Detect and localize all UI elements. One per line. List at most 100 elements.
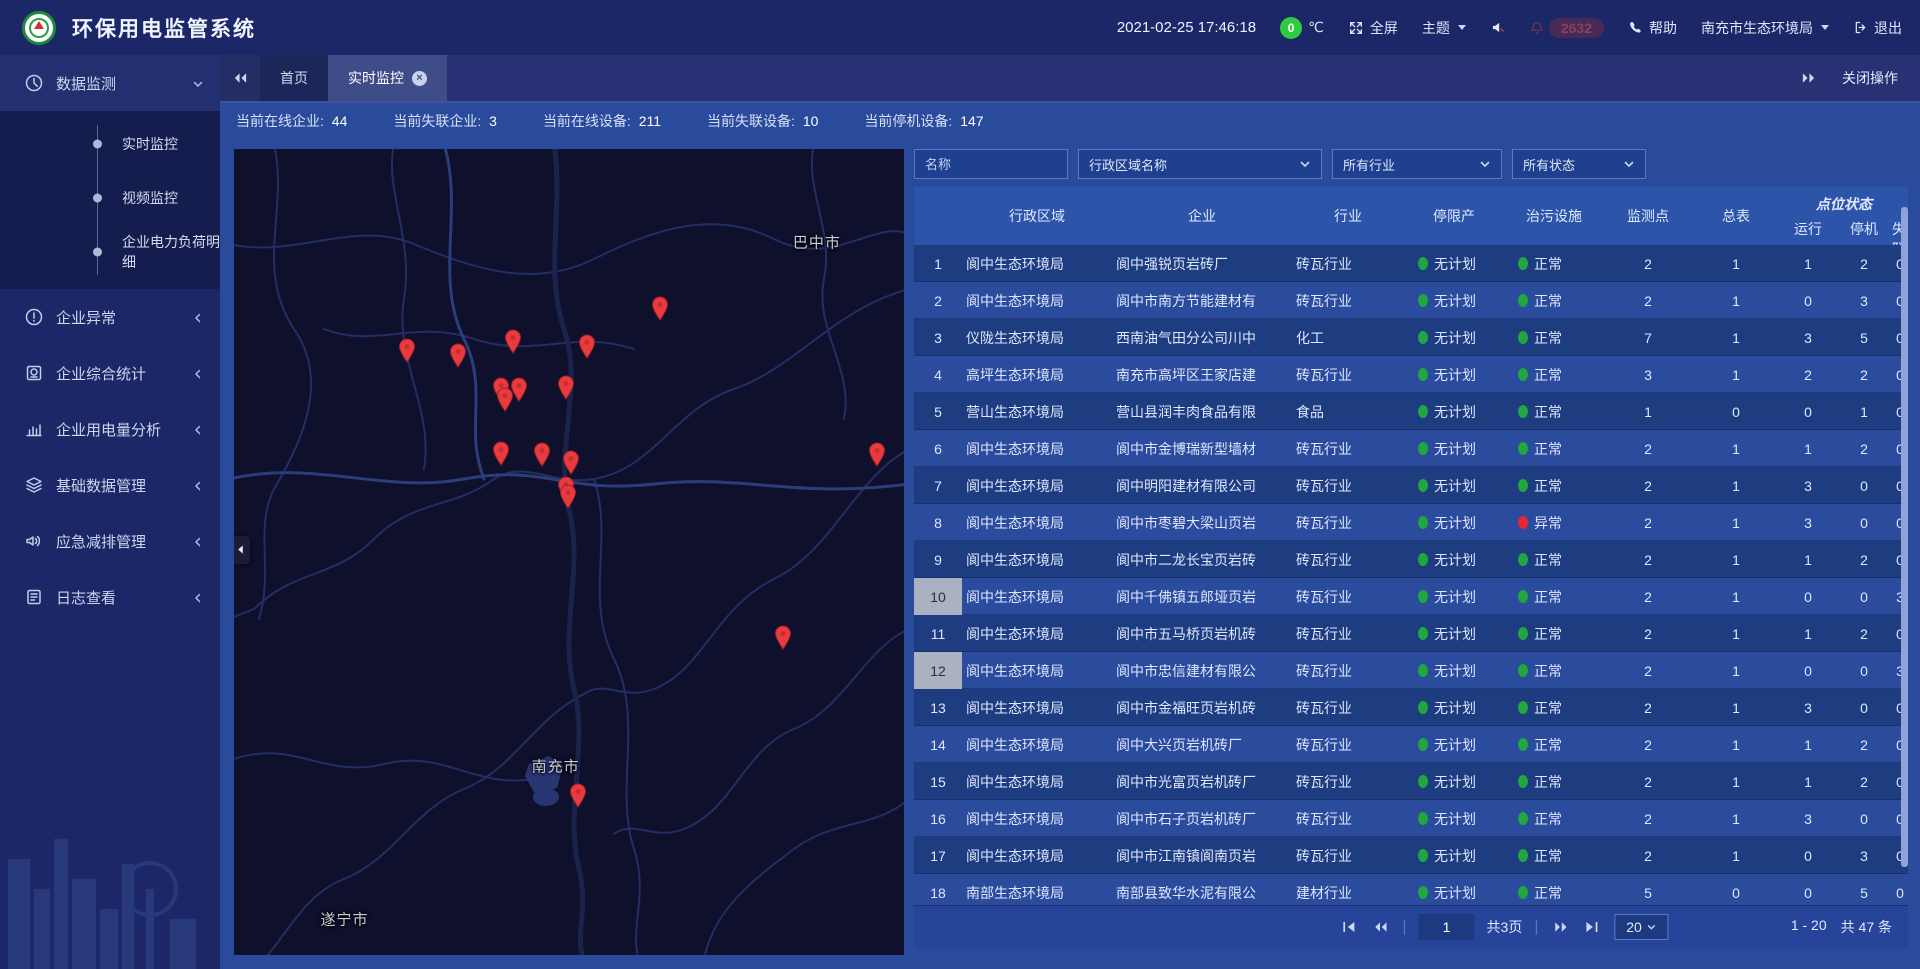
table-row[interactable]: 13阆中生态环境局阆中市金福旺页岩机砖砖瓦行业无计划正常21300 [914, 689, 1908, 726]
map-pin-marker[interactable] [558, 483, 578, 509]
tabs-scroll-right-button[interactable] [1801, 72, 1816, 84]
tabs-scroll-left-button[interactable] [220, 55, 260, 101]
map-pin-marker[interactable] [556, 374, 576, 400]
map-pin-marker[interactable] [773, 624, 793, 650]
row-plan-cell: 无计划 [1404, 476, 1504, 496]
sidebar-group-1[interactable]: 数据监测 [0, 55, 220, 111]
logout-button[interactable]: 退出 [1853, 18, 1902, 38]
row-region-cell: 阆中生态环境局 [962, 513, 1112, 533]
plan-status-label: 无计划 [1434, 846, 1476, 866]
table-row[interactable]: 7阆中生态环境局阆中明阳建材有限公司砖瓦行业无计划正常21300 [914, 467, 1908, 504]
chevron-down-icon [1821, 25, 1829, 30]
row-region-cell: 阆中生态环境局 [962, 254, 1112, 274]
row-shutdown-cell: 0 [1836, 663, 1892, 679]
page-size-select[interactable]: 20 [1614, 914, 1668, 940]
plan-status-label: 无计划 [1434, 291, 1476, 311]
temperature-indicator: 0 ℃ [1280, 17, 1324, 39]
table-row[interactable]: 9阆中生态环境局阆中市二龙长宝页岩砖砖瓦行业无计划正常21120 [914, 541, 1908, 578]
next-page-button[interactable] [1550, 919, 1570, 935]
map-pin-marker[interactable] [503, 328, 523, 354]
table-row[interactable]: 16阆中生态环境局阆中市石子页岩机砖厂砖瓦行业无计划正常21300 [914, 800, 1908, 837]
row-points-cell: 2 [1604, 626, 1692, 642]
facility-status-label: 正常 [1534, 846, 1562, 866]
status-select[interactable]: 所有状态 [1512, 149, 1646, 179]
tab-home[interactable]: 首页 [260, 55, 328, 101]
status-count-value: 44 [332, 113, 348, 129]
mute-button[interactable] [1490, 20, 1505, 35]
help-button[interactable]: 帮助 [1628, 18, 1677, 38]
chevron-left-icon [235, 544, 246, 555]
row-company-cell: 阆中市南方节能建材有 [1112, 291, 1292, 311]
page-number-input[interactable] [1419, 914, 1475, 940]
sidebar-group-5[interactable]: 基础数据管理 [0, 457, 220, 513]
row-region-cell: 阆中生态环境局 [962, 698, 1112, 718]
sidebar-item-2[interactable]: 视频监控 [0, 171, 220, 225]
table-row[interactable]: 6阆中生态环境局阆中市金博瑞新型墙材砖瓦行业无计划正常21120 [914, 430, 1908, 467]
row-shutdown-cell: 5 [1836, 330, 1892, 346]
close-tab-icon[interactable]: × [412, 71, 427, 86]
first-page-button[interactable] [1338, 919, 1358, 935]
row-running-cell: 3 [1780, 811, 1836, 827]
table-row[interactable]: 15阆中生态环境局阆中市光富页岩机砖厂砖瓦行业无计划正常21120 [914, 763, 1908, 800]
table-row[interactable]: 11阆中生态环境局阆中市五马桥页岩机砖砖瓦行业无计划正常21120 [914, 615, 1908, 652]
help-label: 帮助 [1649, 18, 1677, 38]
table-scrollbar[interactable] [1901, 207, 1908, 867]
status-dot-icon [1518, 849, 1528, 862]
map-pin-marker[interactable] [448, 342, 468, 368]
tab-realtime-monitoring[interactable]: 实时监控 × [328, 55, 447, 101]
bell-icon [1529, 20, 1545, 36]
notifications-button[interactable]: 2632 [1529, 18, 1604, 38]
table-row[interactable]: 2阆中生态环境局阆中市南方节能建材有砖瓦行业无计划正常21030 [914, 282, 1908, 319]
status-count-item: 当前停机设备: 147 [864, 111, 983, 131]
map-pin-marker[interactable] [532, 441, 552, 467]
sidebar-group-2[interactable]: 企业异常 [0, 289, 220, 345]
industry-select[interactable]: 所有行业 [1332, 149, 1502, 179]
map-pin-marker[interactable] [491, 440, 511, 466]
sidebar-group-4[interactable]: 企业用电量分析 [0, 401, 220, 457]
plan-status-label: 无计划 [1434, 809, 1476, 829]
region-select[interactable]: 行政区域名称 [1078, 149, 1322, 179]
map-pin-marker[interactable] [397, 337, 417, 363]
row-points-cell: 2 [1604, 700, 1692, 716]
map-pin-marker[interactable] [561, 449, 581, 475]
total-pages-label: 共3页 [1487, 917, 1523, 937]
sidebar-group-3[interactable]: 企业综合统计 [0, 345, 220, 401]
row-running-cell: 0 [1780, 663, 1836, 679]
row-region-cell: 营山生态环境局 [962, 402, 1112, 422]
map-pin-marker[interactable] [495, 386, 515, 412]
org-dropdown[interactable]: 南充市生态环境局 [1701, 18, 1829, 38]
notification-count-badge: 2632 [1549, 18, 1604, 38]
last-page-button[interactable] [1582, 919, 1602, 935]
sidebar-item-1[interactable]: 实时监控 [0, 117, 220, 171]
table-row[interactable]: 3仪陇生态环境局西南油气田分公司川中化工无计划正常71350 [914, 319, 1908, 356]
table-row[interactable]: 1阆中生态环境局阆中强锐页岩砖厂砖瓦行业无计划正常21120 [914, 245, 1908, 282]
table-row[interactable]: 12阆中生态环境局阆中市忠信建材有限公砖瓦行业无计划正常21003 [914, 652, 1908, 689]
sidebar-group-7[interactable]: 日志查看 [0, 569, 220, 625]
row-meters-cell: 1 [1692, 737, 1780, 753]
prev-page-button[interactable] [1370, 919, 1390, 935]
name-search-input[interactable] [914, 149, 1068, 179]
table-row[interactable]: 8阆中生态环境局阆中市枣碧大梁山页岩砖瓦行业无计划异常21300 [914, 504, 1908, 541]
fullscreen-button[interactable]: 全屏 [1348, 18, 1398, 38]
table-row[interactable]: 5营山生态环境局营山县润丰肉食品有限食品无计划正常10010 [914, 393, 1908, 430]
sidebar-item-3[interactable]: 企业电力负荷明细 [0, 225, 220, 279]
sidebar-group-6[interactable]: 应急减排管理 [0, 513, 220, 569]
map-pin-marker[interactable] [577, 333, 597, 359]
row-points-cell: 7 [1604, 330, 1692, 346]
map-pin-marker[interactable] [867, 441, 887, 467]
facility-status-label: 正常 [1534, 328, 1562, 348]
table-row[interactable]: 18南部生态环境局南部县致华水泥有限公建材行业无计划正常50050 [914, 874, 1908, 905]
theme-dropdown[interactable]: 主题 [1422, 18, 1466, 38]
map-pin-marker[interactable] [650, 295, 670, 321]
row-points-cell: 2 [1604, 737, 1692, 753]
sidebar-collapse-button[interactable] [234, 536, 250, 564]
map-panel[interactable]: 巴中市南充市遂宁市 [234, 149, 904, 955]
map-pin-marker[interactable] [568, 782, 588, 808]
table-row[interactable]: 17阆中生态环境局阆中市江南镇阆南页岩砖瓦行业无计划正常21030 [914, 837, 1908, 874]
status-select-value: 所有状态 [1523, 155, 1575, 174]
table-row[interactable]: 10阆中生态环境局阆中千佛镇五郎垭页岩砖瓦行业无计划正常21003 [914, 578, 1908, 615]
page-size-value: 20 [1626, 919, 1642, 935]
table-row[interactable]: 14阆中生态环境局阆中大兴页岩机砖厂砖瓦行业无计划正常21120 [914, 726, 1908, 763]
close-operations-button[interactable]: 关闭操作 [1842, 68, 1898, 88]
table-row[interactable]: 4高坪生态环境局南充市高坪区王家店建砖瓦行业无计划正常31220 [914, 356, 1908, 393]
